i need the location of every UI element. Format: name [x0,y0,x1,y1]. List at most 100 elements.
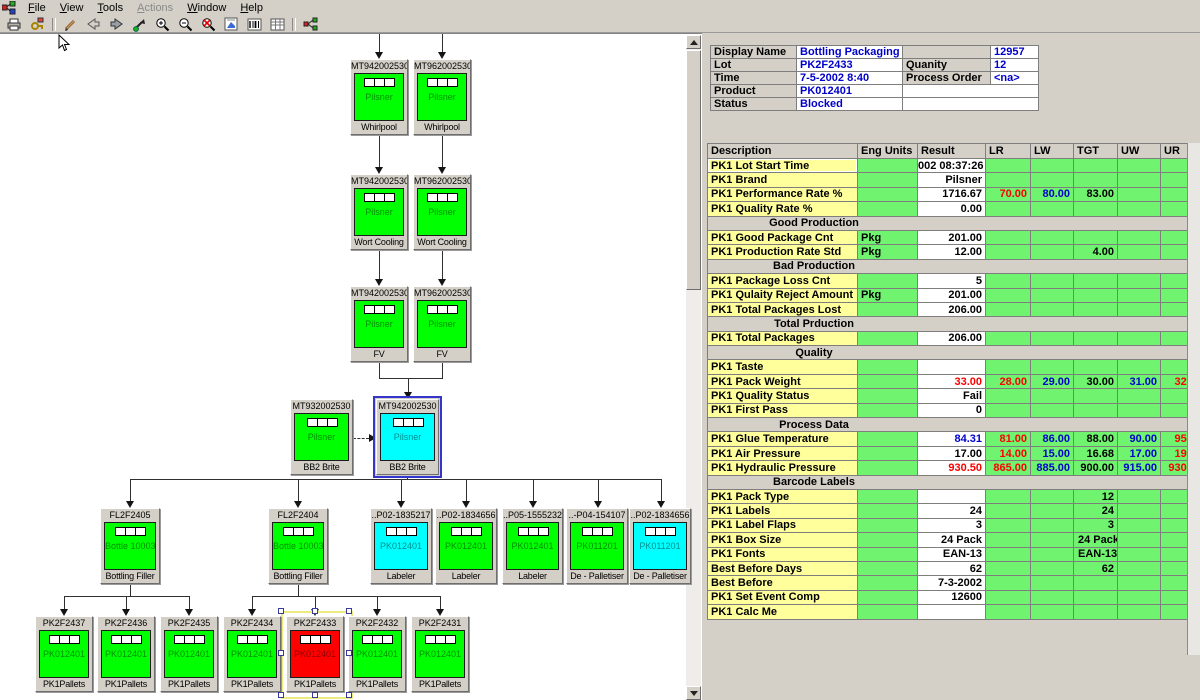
limit-cell[interactable] [1161,360,1189,374]
limit-cell[interactable] [986,202,1031,216]
description-cell[interactable]: PK1 Performance Rate % [708,187,858,201]
result-cell[interactable]: 930.50 [918,461,986,475]
limit-cell[interactable] [986,389,1031,403]
limit-cell[interactable]: 15.00 [1031,446,1074,460]
eng-units-cell[interactable] [858,547,918,561]
limit-cell[interactable] [1031,605,1074,619]
limit-cell[interactable] [1161,230,1189,244]
selection-handle[interactable] [346,608,352,614]
limit-cell[interactable] [1031,202,1074,216]
drilldown-icon[interactable] [129,17,150,32]
limit-cell[interactable] [1161,403,1189,417]
limit-cell[interactable]: EAN-13 [1074,547,1118,561]
limit-cell[interactable] [1161,274,1189,288]
description-cell[interactable]: PK1 Labels [708,504,858,518]
limit-cell[interactable] [1118,159,1161,173]
limit-cell[interactable]: 62 [1074,561,1118,575]
description-cell[interactable]: PK1 Label Flaps [708,518,858,532]
result-cell[interactable] [918,360,986,374]
eng-units-cell[interactable] [858,590,918,604]
menu-tools[interactable]: Tools [90,1,130,16]
menu-help[interactable]: Help [233,1,270,16]
result-cell[interactable] [918,489,986,503]
selection-handle[interactable] [312,608,318,614]
eng-units-cell[interactable]: Pkg [858,230,918,244]
result-cell[interactable]: 0 [918,403,986,417]
limit-cell[interactable] [1074,331,1118,345]
eng-units-cell[interactable] [858,374,918,388]
limit-cell[interactable] [986,331,1031,345]
limit-cell[interactable] [1074,230,1118,244]
eng-units-cell[interactable] [858,561,918,575]
limit-cell[interactable] [1161,576,1189,590]
description-cell[interactable]: PK1 Production Rate Std [708,245,858,259]
limit-cell[interactable] [1031,489,1074,503]
selection-handle[interactable] [278,692,284,698]
flowchart-vertical-scrollbar[interactable] [686,35,701,700]
eng-units-cell[interactable] [858,504,918,518]
limit-cell[interactable] [1161,202,1189,216]
table-vertical-scrollbar[interactable] [1187,143,1200,655]
limit-cell[interactable] [1074,590,1118,604]
limit-cell[interactable]: 19.00 [1161,446,1189,460]
description-cell[interactable]: PK1 Qulaity Reject Amount [708,288,858,302]
description-cell[interactable]: Best Before Days [708,561,858,575]
limit-cell[interactable]: 95.00 [1161,432,1189,446]
description-cell[interactable]: PK1 Box Size [708,533,858,547]
limit-cell[interactable]: 30.00 [1074,374,1118,388]
flow-node-mt962002530[interactable]: MT962002530PilsnerFV [413,286,471,362]
limit-cell[interactable] [1161,489,1189,503]
forward-arrow-icon[interactable] [106,17,127,32]
eng-units-cell[interactable] [858,605,918,619]
limit-cell[interactable] [1118,187,1161,201]
menu-window[interactable]: Window [180,1,233,16]
login-key-icon[interactable] [27,17,48,32]
limit-cell[interactable] [1031,561,1074,575]
result-cell[interactable]: Fail [918,389,986,403]
eng-units-cell[interactable] [858,187,918,201]
flow-node-p04154107[interactable]: ..-P04-154107PK011201De - Palletiser [566,508,628,584]
description-cell[interactable]: Best Before [708,576,858,590]
limit-cell[interactable] [1161,518,1189,532]
limit-cell[interactable] [1161,389,1189,403]
limit-cell[interactable] [986,576,1031,590]
description-cell[interactable]: PK1 Set Event Comp [708,590,858,604]
limit-cell[interactable] [1161,187,1189,201]
limit-cell[interactable] [1118,561,1161,575]
limit-cell[interactable] [1074,389,1118,403]
limit-cell[interactable] [1031,331,1074,345]
edit-pencil-icon[interactable] [60,17,81,32]
limit-cell[interactable] [1118,360,1161,374]
limit-cell[interactable] [986,489,1031,503]
description-cell[interactable]: PK1 Quality Status [708,389,858,403]
eng-units-cell[interactable] [858,432,918,446]
limit-cell[interactable] [1031,533,1074,547]
trend-chart-icon[interactable] [221,17,242,32]
limit-cell[interactable] [1118,202,1161,216]
flow-node-mt942002530[interactable]: MT942002530PilsnerWort Cooling [350,174,408,250]
limit-cell[interactable] [1031,518,1074,532]
limit-cell[interactable] [1118,403,1161,417]
limit-cell[interactable] [1074,173,1118,187]
limit-cell[interactable] [1118,302,1161,316]
limit-cell[interactable] [1161,605,1189,619]
print-icon[interactable] [4,17,25,32]
limit-cell[interactable]: 24 [1074,504,1118,518]
result-cell[interactable]: 3 [918,518,986,532]
result-cell[interactable]: 201.00 [918,230,986,244]
limit-cell[interactable] [1074,202,1118,216]
limit-cell[interactable]: 24 Pack [1074,533,1118,547]
result-cell[interactable]: 17.00 [918,446,986,460]
eng-units-cell[interactable] [858,173,918,187]
limit-cell[interactable]: 4.00 [1074,245,1118,259]
limit-cell[interactable] [1031,173,1074,187]
limit-cell[interactable] [1031,230,1074,244]
limit-cell[interactable]: 865.00 [986,461,1031,475]
flow-node-pk2f2431[interactable]: PK2F2431PK012401PK1Pallets [411,616,469,692]
eng-units-cell[interactable] [858,461,918,475]
limit-cell[interactable] [986,518,1031,532]
description-cell[interactable]: PK1 Pack Weight [708,374,858,388]
limit-cell[interactable] [1074,605,1118,619]
limit-cell[interactable] [1031,360,1074,374]
limit-cell[interactable] [986,288,1031,302]
